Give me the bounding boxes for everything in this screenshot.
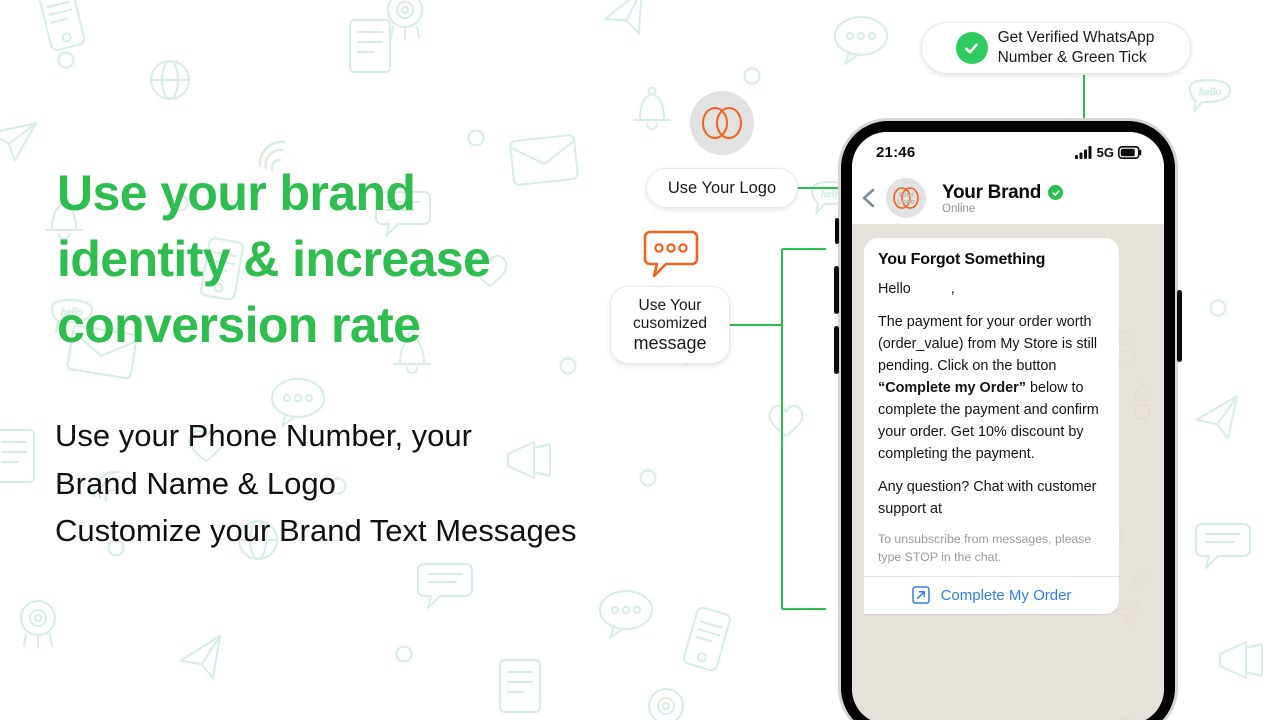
message-body-paragraph-2: Any question? Chat with customer support…	[878, 479, 1097, 518]
callout-message-line-1: Use Your	[638, 296, 702, 314]
phone-mute-switch[interactable]	[835, 218, 839, 244]
callout-use-your-logo[interactable]: Use Your Logo	[646, 168, 798, 208]
callout-verified-whatsapp[interactable]: Get Verified WhatsApp Number & Green Tic…	[921, 22, 1191, 74]
chat-presence-status: Online	[942, 202, 976, 215]
phone-mockup: 21:46 5G Your Logo Your Brand Online You…	[834, 118, 1182, 720]
avatar-label-line-2: Logo	[897, 199, 915, 207]
chat-title-group: Your Brand Online	[942, 181, 1064, 215]
message-unsubscribe-note: To unsubscribe from messages, please typ…	[878, 532, 1092, 564]
phone-screen: 21:46 5G Your Logo Your Brand Online You…	[852, 132, 1164, 720]
phone-volume-down-button[interactable]	[834, 326, 839, 374]
callout-message-line-2: cusomized	[632, 314, 708, 332]
callout-logo-label: Use Your Logo	[667, 178, 777, 197]
page-headline: Use your brand identity & increase conve…	[57, 160, 677, 358]
message-title: You Forgot Something	[878, 251, 1046, 268]
message-body-paragraph-1: The payment for your order worth (order_…	[878, 311, 1106, 465]
back-arrow-icon[interactable]	[858, 187, 880, 209]
subcopy-line-2: Brand Name & Logo	[55, 465, 336, 501]
overlapping-circles-logo-icon	[702, 107, 742, 139]
status-network-label: 5G	[1096, 144, 1114, 160]
external-link-icon	[911, 586, 930, 604]
check-circle-icon	[955, 32, 988, 64]
signal-bars-icon	[1074, 145, 1092, 159]
complete-my-order-button[interactable]: Complete My Order	[864, 576, 1119, 614]
headline-line-1: Use your brand	[57, 165, 416, 221]
verified-check-icon	[1048, 185, 1064, 200]
chat-bubble-dots-icon	[643, 230, 699, 278]
status-indicators: 5G	[1074, 144, 1142, 160]
chat-avatar[interactable]: Your Logo	[886, 178, 926, 218]
avatar-label-line-1: Your	[897, 192, 915, 199]
headline-line-2: identity & increase	[57, 231, 491, 287]
cta-label: Complete My Order	[940, 586, 1072, 604]
brand-logo-badge	[690, 91, 754, 155]
callout-verified-line-2: Number & Green Tick	[997, 49, 1147, 66]
chat-title-row: Your Brand	[942, 181, 1064, 204]
battery-icon	[1118, 145, 1142, 159]
subcopy-line-1: Use your Phone Number, your	[55, 418, 472, 453]
callout-customized-message[interactable]: Use Your cusomized message	[610, 286, 730, 364]
message-body-part-1: The payment for your order worth (order_…	[878, 314, 1098, 375]
promo-banner: hello Use your brand identity & increase…	[0, 0, 1280, 720]
callout-message-line-3: message	[633, 332, 707, 353]
callout-verified-line-1: Get Verified WhatsApp	[997, 29, 1155, 47]
page-subcopy: Use your Phone Number, your Brand Name &…	[55, 412, 815, 555]
chat-body: You Forgot Something Hello , The payment…	[852, 224, 1164, 720]
phone-power-button[interactable]	[1177, 290, 1182, 362]
subcopy-line-3: Customize your Brand Text Messages	[55, 513, 577, 549]
message-body-bold: “Complete my Order”	[878, 380, 1026, 397]
chat-contact-name: Your Brand	[942, 181, 1042, 203]
avatar-placeholder-label: Your Logo	[886, 192, 926, 207]
status-time: 21:46	[876, 143, 916, 161]
callout-verified-text: Get Verified WhatsApp Number & Green Tic…	[998, 28, 1155, 68]
chat-header: Your Logo Your Brand Online	[852, 172, 1164, 224]
phone-volume-up-button[interactable]	[834, 266, 839, 314]
message-greeting: Hello ,	[878, 281, 955, 297]
headline-line-3: conversion rate	[57, 297, 421, 353]
chat-message-bubble: You Forgot Something Hello , The payment…	[864, 238, 1119, 615]
status-bar: 21:46 5G	[852, 132, 1164, 172]
